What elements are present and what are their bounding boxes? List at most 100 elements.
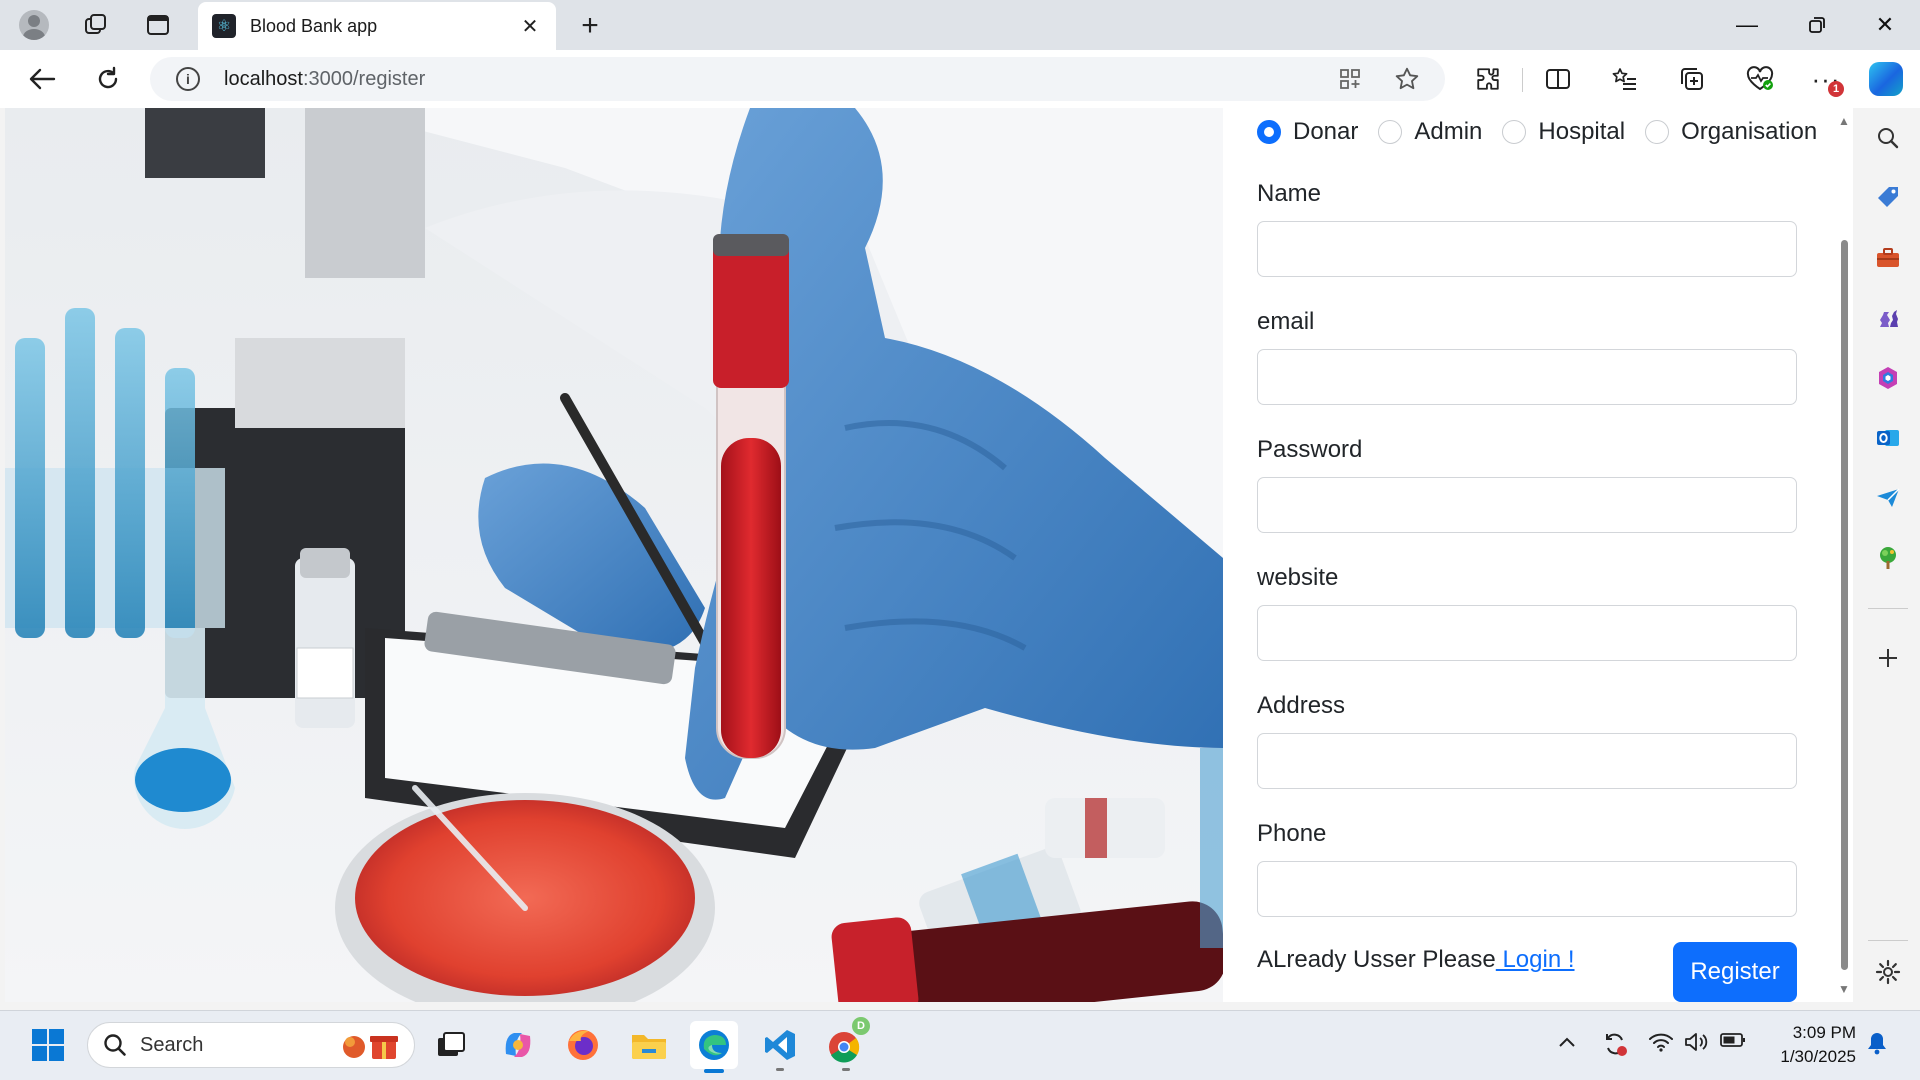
sidebar-shopping-button[interactable] [1870,180,1906,216]
password-input[interactable] [1257,477,1797,533]
refresh-button[interactable] [88,59,128,99]
app-available-button[interactable] [1330,57,1370,101]
notifications-button[interactable] [1862,1031,1892,1061]
windows-taskbar: Search D 3:09 PM 1/30/2025 [0,1010,1920,1080]
sidebar-games-button[interactable] [1870,300,1906,336]
role-label-organisation: Organisation [1681,118,1818,145]
email-label: email [1257,308,1315,335]
tab-strip: ⚛ Blood Bank app ✕ + — ✕ [0,0,1920,50]
sidebar-settings-button[interactable] [1870,954,1906,990]
browser-essentials-button[interactable] [1740,59,1780,99]
favorites-button[interactable] [1605,59,1645,99]
favorite-star-button[interactable] [1387,57,1427,101]
microsoft365-icon [1879,367,1897,389]
sidebar-telegram-button[interactable] [1870,480,1906,516]
firefox-taskbar-button[interactable] [559,1021,607,1069]
settings-and-more-button[interactable]: ··· 1 [1806,59,1846,99]
sidebar-outlook-button[interactable] [1870,420,1906,456]
restore-icon [1809,17,1825,33]
role-label-hospital: Hospital [1538,118,1626,145]
active-tab[interactable]: ⚛ Blood Bank app ✕ [198,2,556,50]
firefox-icon [568,1030,598,1060]
site-info-icon[interactable]: i [176,67,200,91]
browser-toolbar: i localhost:3000/register ··· 1 [0,50,1920,108]
workspaces-icon [85,14,106,34]
speaker-icon [1685,1033,1708,1051]
wifi-button[interactable] [1646,1031,1676,1059]
profile-button[interactable] [12,3,56,47]
gift-highlight-icon [343,1036,398,1059]
back-button[interactable] [22,59,62,99]
task-view-button[interactable] [427,1021,475,1069]
email-input[interactable] [1257,349,1797,405]
role-label-admin: Admin [1414,118,1483,145]
show-hidden-icons-button[interactable] [1552,1031,1582,1054]
sync-error-icon [1606,1033,1627,1056]
phone-input[interactable] [1257,861,1797,917]
lab-hero-image [5,108,1223,1002]
new-tab-button[interactable]: + [570,6,610,46]
role-label-donar: Donar [1293,118,1359,145]
file-explorer-taskbar-button[interactable] [625,1021,673,1069]
website-input[interactable] [1257,605,1797,661]
tab-title: Blood Bank app [250,15,378,36]
close-tab-icon[interactable]: ✕ [518,14,542,39]
vscode-icon [765,1030,795,1060]
volume-button[interactable] [1681,1031,1711,1059]
system-clock[interactable]: 3:09 PM 1/30/2025 [1780,1021,1856,1069]
role-radio-admin[interactable] [1378,120,1403,144]
blood-test-photo [5,108,1223,1002]
name-input[interactable] [1257,221,1797,277]
sidebar-tools-button[interactable] [1870,240,1906,276]
copilot-app-icon [505,1033,531,1057]
login-link[interactable]: Login ! [1496,946,1574,973]
gear-icon [1875,959,1901,985]
plus-icon [1879,649,1897,667]
vertical-tabs-button[interactable] [136,3,180,47]
taskbar-search-box[interactable]: Search [87,1022,415,1068]
sidebar-add-button[interactable] [1870,640,1906,676]
sidebar-search-button[interactable] [1870,120,1906,156]
extensions-button[interactable] [1468,59,1508,99]
scroll-down-arrow-icon[interactable]: ▼ [1838,982,1850,996]
collections-button[interactable] [1672,59,1712,99]
copilot-taskbar-button[interactable] [494,1021,542,1069]
chrome-taskbar-button[interactable]: D [822,1017,870,1071]
windows-logo-icon [32,1029,64,1061]
notification-badge: 1 [1828,81,1844,97]
vscode-taskbar-button[interactable] [756,1021,804,1071]
wifi-icon [1649,1033,1673,1052]
puzzle-icon [1477,68,1499,90]
copilot-button[interactable] [1866,59,1906,99]
role-radio-hospital[interactable] [1502,120,1527,144]
restore-button[interactable] [1782,0,1852,50]
sidebar-tree-button[interactable] [1870,540,1906,576]
role-radio-donar[interactable] [1257,120,1281,144]
website-label: website [1257,564,1339,591]
minimize-button[interactable]: — [1712,0,1782,50]
bell-icon [1868,1033,1886,1055]
edge-sidebar [1856,108,1920,1002]
role-radio-organisation[interactable] [1645,120,1670,144]
react-favicon-icon: ⚛ [212,14,236,38]
password-label: Password [1257,436,1363,463]
sync-status-button[interactable] [1600,1031,1630,1063]
scrollbar-thumb[interactable] [1841,240,1848,970]
scroll-up-arrow-icon[interactable]: ▲ [1838,114,1850,128]
workspaces-button[interactable] [74,3,118,47]
close-window-button[interactable]: ✕ [1850,0,1920,50]
name-label: Name [1257,180,1322,207]
edge-taskbar-button[interactable] [690,1021,738,1073]
register-button[interactable]: Register [1673,942,1797,1002]
register-form: Donar Admin Hospital Organisation Name e… [1223,108,1835,1002]
address-input[interactable] [1257,733,1797,789]
start-button[interactable] [24,1021,72,1069]
sidebar-microsoft365-button[interactable] [1870,360,1906,396]
phone-label: Phone [1257,820,1327,847]
address-bar[interactable]: i localhost:3000/register [150,57,1445,101]
battery-button[interactable] [1718,1031,1748,1055]
collections-icon [1681,68,1703,90]
split-screen-button[interactable] [1538,59,1578,99]
page-scrollbar[interactable]: ▲ ▼ [1835,108,1853,1002]
send-arrow-icon [1877,488,1900,507]
